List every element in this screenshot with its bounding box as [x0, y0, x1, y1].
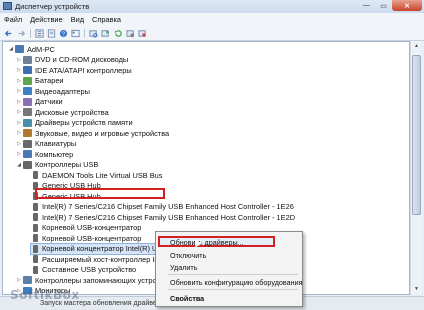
- expand-arrow-icon[interactable]: ▷: [15, 57, 23, 63]
- help-icon[interactable]: ?: [59, 29, 68, 38]
- usb-plug-icon: [33, 265, 38, 274]
- expand-arrow-icon[interactable]: ▷: [15, 141, 23, 147]
- computer-icon: [15, 45, 24, 54]
- scrollbar-thumb[interactable]: [412, 55, 421, 215]
- usb-plug-icon: [33, 223, 38, 232]
- toolbar-separator: [30, 29, 31, 38]
- usb-plug-icon: [33, 244, 38, 253]
- dvd-drive-icon: [23, 55, 32, 64]
- computer-icon: [23, 150, 32, 159]
- context-update-drivers[interactable]: Обновить драйверы...: [170, 238, 244, 247]
- forward-arrow-icon[interactable]: [17, 29, 26, 38]
- menu-bar: Файл Действие Вид Справка: [0, 13, 424, 26]
- usb-plug-icon: [33, 234, 38, 243]
- tree-category[interactable]: ▷ Компьютер: [15, 149, 73, 160]
- svg-text:?: ?: [62, 32, 65, 38]
- usb-icon: [23, 160, 32, 169]
- expand-arrow-icon[interactable]: ▷: [15, 88, 23, 94]
- usb-plug-icon: [33, 202, 38, 211]
- usb-device-item[interactable]: DAEMON Tools Lite Virtual USB Bus: [31, 170, 163, 181]
- back-arrow-icon[interactable]: [4, 29, 13, 38]
- disable-device-icon[interactable]: [126, 29, 135, 38]
- usb-plug-icon: [33, 171, 38, 180]
- expand-arrow-icon[interactable]: ▷: [15, 67, 23, 73]
- properties-sheet-icon[interactable]: [47, 29, 56, 38]
- tree-view-icon[interactable]: [35, 29, 44, 38]
- usb-device-item[interactable]: Корневой USB-концентратор: [31, 223, 141, 234]
- tree-category-usb[interactable]: ◢ Контроллеры USB: [15, 160, 98, 171]
- tree-category[interactable]: ▷ Клавиатуры: [15, 139, 76, 150]
- vertical-scrollbar[interactable]: ▲ ▼: [410, 41, 422, 295]
- window-title: Диспетчер устройств: [15, 2, 90, 11]
- tree-root[interactable]: ◢ AdM-PC: [7, 44, 55, 55]
- title-bar: Диспетчер устройств — ▭ ✕: [0, 0, 424, 13]
- selected-device-highlight: [35, 188, 165, 199]
- expand-arrow-icon[interactable]: ▷: [15, 277, 23, 283]
- toolbar: ?: [0, 26, 424, 41]
- menu-action[interactable]: Действие: [26, 15, 67, 24]
- tree-category[interactable]: ▷ DVD и CD-ROM дисководы: [15, 55, 128, 66]
- tree-category[interactable]: ▷ Дисковые устройства: [15, 107, 109, 118]
- usb-plug-icon: [33, 255, 38, 264]
- tree-category[interactable]: ▷ IDE ATA/ATAPI контроллеры: [15, 65, 132, 76]
- expand-arrow-icon[interactable]: ▷: [15, 130, 23, 136]
- rollback-icon[interactable]: [114, 29, 123, 38]
- usb-device-item[interactable]: Составное USB устройство: [31, 265, 136, 276]
- menu-file[interactable]: Файл: [0, 15, 26, 24]
- tree-category[interactable]: ▷ Видеоадаптеры: [15, 86, 90, 97]
- expand-arrow-icon[interactable]: ▷: [15, 109, 23, 115]
- context-scan-hardware[interactable]: Обновить конфигурацию оборудования: [170, 278, 303, 287]
- expand-arrow-icon[interactable]: ▷: [15, 78, 23, 84]
- usb-plug-icon: [33, 213, 38, 222]
- uninstall-device-icon[interactable]: [138, 29, 147, 38]
- context-delete[interactable]: Удалить: [170, 263, 197, 272]
- memory-device-icon: [23, 118, 32, 127]
- device-manager-window: Диспетчер устройств — ▭ ✕ Файл Действие …: [0, 0, 424, 310]
- tree-category[interactable]: ▷ Контроллеры запоминающих устройств: [15, 275, 172, 286]
- scroll-down-arrow-icon[interactable]: ▼: [411, 284, 422, 294]
- collapse-arrow-icon[interactable]: ◢: [15, 162, 23, 168]
- tree-category[interactable]: ▷ Батареи: [15, 76, 64, 87]
- battery-icon: [23, 76, 32, 85]
- minimize-button[interactable]: —: [358, 0, 375, 11]
- maximize-button[interactable]: ▭: [375, 0, 392, 11]
- storage-controller-icon: [23, 276, 32, 285]
- scan-hardware-icon[interactable]: [89, 29, 98, 38]
- close-button[interactable]: ✕: [392, 0, 422, 11]
- disk-drive-icon: [23, 108, 32, 117]
- device-manager-icon: [3, 2, 12, 10]
- usb-device-item[interactable]: Intel(R) 7 Series/C216 Chipset Family US…: [31, 212, 295, 223]
- menu-view[interactable]: Вид: [67, 15, 88, 24]
- view-list-icon[interactable]: [71, 29, 80, 38]
- expand-arrow-icon[interactable]: ▷: [15, 99, 23, 105]
- tree-category[interactable]: ▷ Звуковые, видео и игровые устройства: [15, 128, 169, 139]
- sensor-icon: [23, 97, 32, 106]
- sound-icon: [23, 129, 32, 138]
- usb-device-item[interactable]: Расширяемый хост-контроллер Int: [31, 254, 161, 265]
- usb-device-item[interactable]: Корневой USB-концентратор: [31, 233, 141, 244]
- context-menu: Обновить драйверы... Отключить Удалить О…: [155, 231, 303, 307]
- ide-controller-icon: [23, 66, 32, 75]
- context-separator: [168, 289, 298, 290]
- expand-arrow-icon[interactable]: ▷: [15, 120, 23, 126]
- update-driver-icon[interactable]: [101, 29, 110, 38]
- context-separator: [168, 274, 298, 275]
- scroll-up-arrow-icon[interactable]: ▲: [411, 41, 422, 51]
- watermark-logo: SoftikBox: [10, 288, 80, 302]
- usb-device-item[interactable]: Intel(R) 7 Series/C216 Chipset Family US…: [31, 202, 294, 213]
- collapse-arrow-icon[interactable]: ◢: [7, 46, 15, 52]
- menu-help[interactable]: Справка: [88, 15, 125, 24]
- tree-category[interactable]: ▷ Датчики: [15, 97, 63, 108]
- display-adapter-icon: [23, 87, 32, 96]
- context-disable[interactable]: Отключить: [170, 251, 206, 260]
- expand-arrow-icon[interactable]: ▷: [15, 151, 23, 157]
- tree-category[interactable]: ▷ Драйверы устройств памяти: [15, 118, 133, 129]
- keyboard-icon: [23, 139, 32, 148]
- context-properties[interactable]: Свойства: [170, 294, 204, 303]
- toolbar-separator: [84, 29, 85, 38]
